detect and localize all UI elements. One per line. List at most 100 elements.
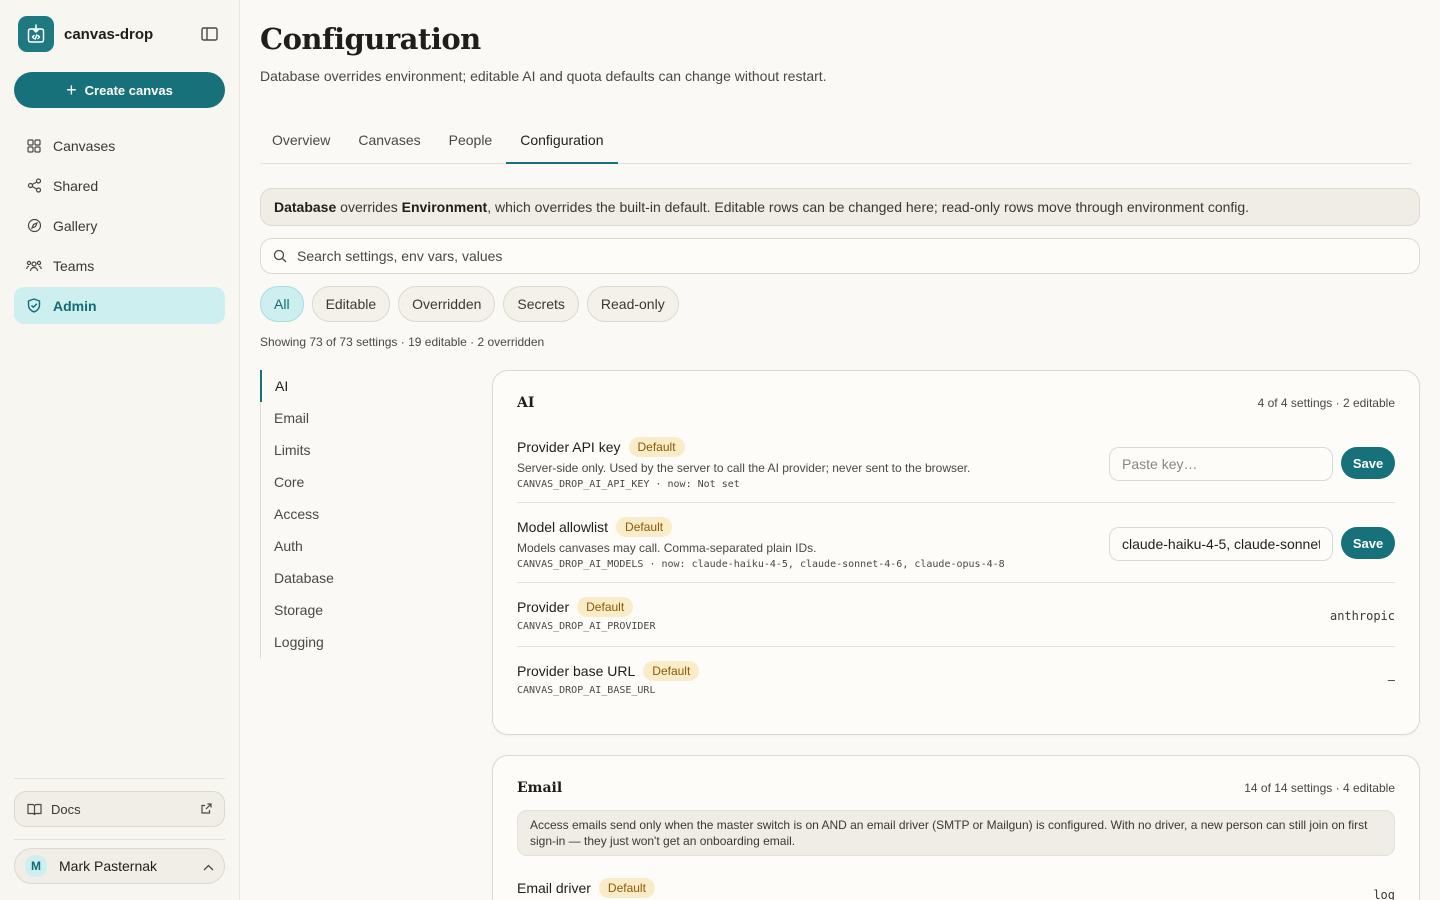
save-api-key-button[interactable]: Save xyxy=(1341,447,1395,479)
banner-text: , which overrides the built-in default. … xyxy=(487,199,1250,215)
tab-overview[interactable]: Overview xyxy=(260,120,344,164)
docs-link[interactable]: Docs xyxy=(14,791,225,827)
model-allowlist-input[interactable] xyxy=(1109,527,1333,561)
shield-check-icon xyxy=(26,298,42,314)
search-input[interactable] xyxy=(297,248,1397,264)
setting-name: Model allowlist xyxy=(517,519,609,535)
plus-icon: + xyxy=(66,80,77,100)
section-link-core[interactable]: Core xyxy=(261,466,441,498)
admin-tabs: Overview Canvases People Configuration xyxy=(260,120,1412,164)
setting-row: Provider Default CANVAS_DROP_AI_PROVIDER… xyxy=(517,597,1395,647)
tab-configuration[interactable]: Configuration xyxy=(506,120,618,164)
brand[interactable]: canvas-drop xyxy=(18,16,153,52)
setting-title: Email driver Default xyxy=(517,878,1395,898)
app-name: canvas-drop xyxy=(64,25,154,43)
setting-name: Email driver xyxy=(517,880,591,896)
share-icon xyxy=(26,178,42,194)
filter-all[interactable]: All xyxy=(260,286,304,322)
sidebar-divider xyxy=(14,839,225,840)
sidebar: canvas-drop + Create canvas Canvases Sha… xyxy=(0,0,240,900)
card-meta: 4 of 4 settings · 2 editable xyxy=(1257,396,1395,410)
setting-row: Model allowlist Default Models canvases … xyxy=(517,517,1395,583)
user-menu[interactable]: M Mark Pasternak xyxy=(14,848,225,884)
setting-name: Provider base URL xyxy=(517,663,636,679)
sidebar-item-label: Canvases xyxy=(53,137,116,154)
compass-icon xyxy=(26,218,42,234)
page-title: Configuration xyxy=(260,22,481,56)
card-header: AI 4 of 4 settings · 2 editable xyxy=(517,395,1395,411)
banner-bold-environment: Environment xyxy=(401,199,488,215)
sidebar-toggle-icon[interactable] xyxy=(198,24,220,44)
status-badge: Default xyxy=(616,517,673,537)
grid-icon xyxy=(26,138,42,154)
sidebar-item-teams[interactable]: Teams xyxy=(14,247,225,284)
sidebar-item-gallery[interactable]: Gallery xyxy=(14,207,225,244)
setting-title: Provider Default xyxy=(517,597,1395,617)
section-link-email[interactable]: Email xyxy=(261,402,441,434)
ai-settings-card: AI 4 of 4 settings · 2 editable Provider… xyxy=(492,370,1420,735)
page-subtitle: Database overrides environment; editable… xyxy=(260,68,827,84)
status-badge: Default xyxy=(643,661,700,681)
sidebar-item-canvases[interactable]: Canvases xyxy=(14,127,225,164)
filter-overridden[interactable]: Overridden xyxy=(398,286,496,322)
sidebar-item-shared[interactable]: Shared xyxy=(14,167,225,204)
section-link-access[interactable]: Access xyxy=(261,498,441,530)
setting-value: log xyxy=(1373,888,1395,900)
setting-row: Provider base URL Default CANVAS_DROP_AI… xyxy=(517,661,1395,711)
status-badge: Default xyxy=(628,437,685,457)
sidebar-item-label: Shared xyxy=(53,177,99,194)
section-link-logging[interactable]: Logging xyxy=(261,626,441,658)
section-link-database[interactable]: Database xyxy=(261,562,441,594)
setting-value: anthropic xyxy=(1329,609,1395,623)
setting-name: Provider API key xyxy=(517,439,621,455)
setting-row: Provider API key Default Server-side onl… xyxy=(517,437,1395,503)
book-icon xyxy=(27,803,42,816)
sidebar-item-label: Admin xyxy=(53,297,97,314)
search-box[interactable] xyxy=(260,238,1420,274)
card-title: Email xyxy=(517,780,563,796)
sidebar-divider xyxy=(14,778,225,779)
card-meta: 14 of 14 settings · 4 editable xyxy=(1244,781,1395,795)
sidebar-item-label: Teams xyxy=(53,257,95,274)
setting-name: Provider xyxy=(517,599,570,615)
setting-env-var: CANVAS_DROP_AI_PROVIDER xyxy=(517,621,656,632)
tab-people[interactable]: People xyxy=(435,120,507,164)
save-model-allowlist-button[interactable]: Save xyxy=(1341,527,1395,559)
settings-count: Showing 73 of 73 settings · 19 editable … xyxy=(260,335,545,349)
sidebar-item-label: Gallery xyxy=(53,217,98,234)
filter-editable[interactable]: Editable xyxy=(311,286,391,322)
filter-secrets[interactable]: Secrets xyxy=(503,286,579,322)
sidebar-nav: Canvases Shared Gallery Teams Admin xyxy=(14,127,225,327)
avatar: M xyxy=(25,855,47,877)
email-note: Access emails send only when the master … xyxy=(517,810,1395,856)
tab-canvases[interactable]: Canvases xyxy=(344,120,434,164)
setting-value: — xyxy=(1387,673,1395,687)
banner-text: overrides xyxy=(336,199,402,215)
section-link-limits[interactable]: Limits xyxy=(261,434,441,466)
precedence-banner: Database overrides Environment , which o… xyxy=(260,188,1420,226)
sidebar-item-admin[interactable]: Admin xyxy=(14,287,225,324)
app-logo-icon xyxy=(18,16,54,52)
setting-env-var: CANVAS_DROP_AI_BASE_URL xyxy=(517,685,656,696)
search-icon xyxy=(273,249,287,263)
section-link-storage[interactable]: Storage xyxy=(261,594,441,626)
users-icon xyxy=(26,258,42,274)
status-badge: Default xyxy=(577,597,634,617)
banner-bold-database: Database xyxy=(274,199,337,215)
create-canvas-button[interactable]: + Create canvas xyxy=(14,72,225,108)
filter-read-only[interactable]: Read-only xyxy=(586,286,679,322)
api-key-input[interactable] xyxy=(1109,447,1333,481)
setting-title: Provider base URL Default xyxy=(517,661,1395,681)
user-name: Mark Pasternak xyxy=(59,858,158,874)
card-header: Email 14 of 14 settings · 4 editable xyxy=(517,780,1395,796)
email-settings-card: Email 14 of 14 settings · 4 editable Acc… xyxy=(492,755,1420,900)
filter-chips: All Editable Overridden Secrets Read-onl… xyxy=(260,286,679,322)
section-link-ai[interactable]: AI xyxy=(260,370,440,402)
section-link-auth[interactable]: Auth xyxy=(261,530,441,562)
setting-row: Email driver Default log xyxy=(517,878,1395,900)
chevron-up-icon xyxy=(203,858,214,874)
docs-label: Docs xyxy=(51,801,81,817)
external-link-icon xyxy=(201,802,212,817)
card-title: AI xyxy=(517,395,535,411)
status-badge: Default xyxy=(598,878,655,898)
